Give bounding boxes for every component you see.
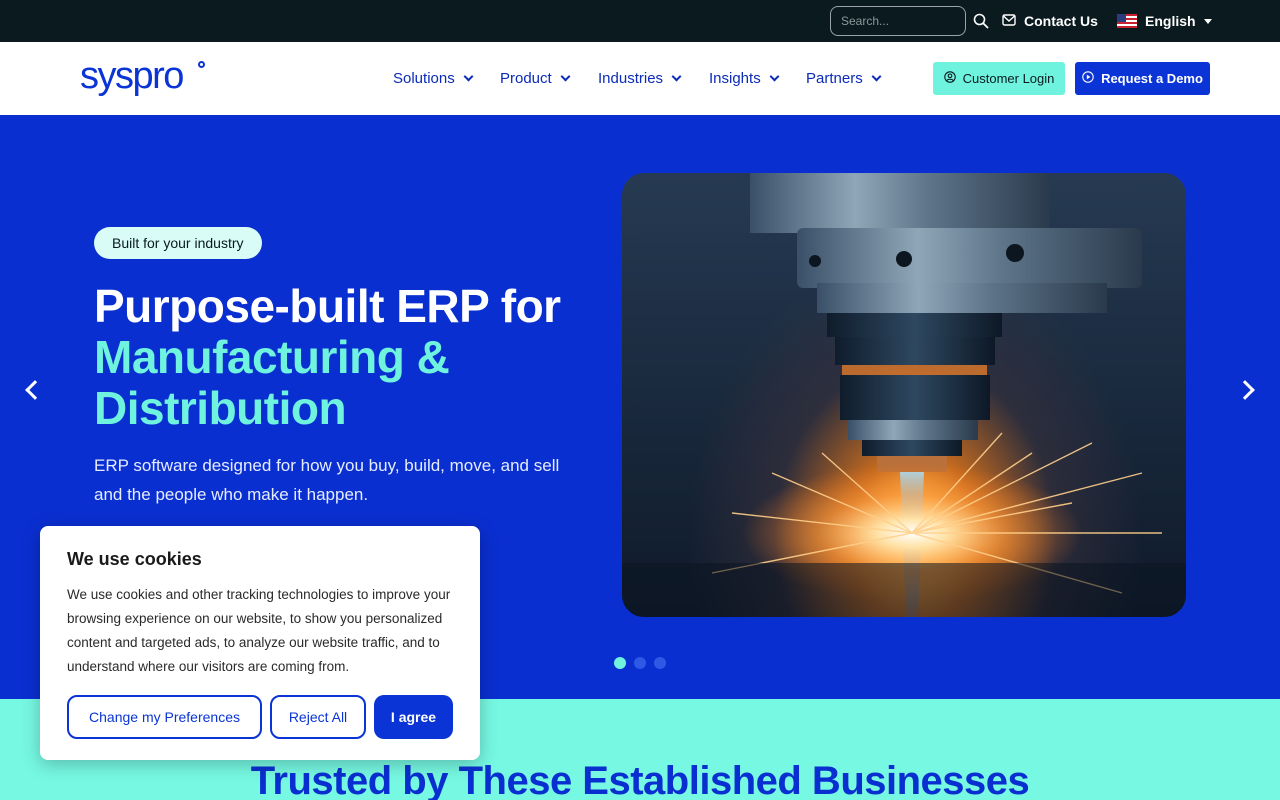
language-selector[interactable]: English: [1117, 12, 1212, 30]
play-icon: [1082, 71, 1094, 86]
chevron-left-icon[interactable]: [25, 380, 45, 400]
reject-all-button[interactable]: Reject All: [270, 695, 366, 739]
customer-login-label: Customer Login: [962, 71, 1055, 86]
search-icon[interactable]: [972, 12, 990, 30]
hero-subtitle: ERP software designed for how you buy, b…: [94, 456, 560, 504]
hero-title: Purpose-built ERP for Manufacturing & Di…: [94, 281, 614, 434]
chevron-right-icon[interactable]: [1235, 380, 1255, 400]
nav-label: Industries: [598, 69, 664, 87]
hero-title-accent: Manufacturing & Distribution: [94, 331, 450, 434]
customer-login-button[interactable]: Customer Login: [933, 62, 1065, 95]
nav-label: Insights: [709, 69, 761, 87]
cookie-consent-dialog: We use cookies We use cookies and other …: [40, 526, 480, 760]
cookie-title: We use cookies: [67, 549, 202, 569]
user-icon: [943, 71, 956, 86]
syspro-logo[interactable]: syspro: [80, 54, 184, 98]
carousel-dot-1[interactable]: [614, 657, 626, 669]
us-flag-icon: [1117, 14, 1137, 28]
request-demo-button[interactable]: Request a Demo: [1075, 62, 1210, 95]
logo-mark-icon: [198, 61, 205, 68]
industry-badge: Built for your industry: [94, 227, 262, 259]
chevron-down-icon: [871, 71, 882, 81]
carousel-dot-3[interactable]: [654, 657, 666, 669]
nav-solutions[interactable]: Solutions: [393, 67, 474, 89]
carousel-dot-2[interactable]: [634, 657, 646, 669]
nav-industries[interactable]: Industries: [598, 67, 682, 89]
contact-us-label: Contact Us: [1024, 13, 1098, 29]
mail-icon: [1002, 13, 1016, 29]
hero-title-line: Purpose-built ERP for: [94, 280, 561, 332]
agree-button[interactable]: I agree: [374, 695, 453, 739]
utility-bar: Contact Us English: [0, 0, 1280, 42]
laser-cutting-image: [622, 173, 1186, 617]
nav-label: Solutions: [393, 69, 455, 87]
contact-us-link[interactable]: Contact Us: [1002, 12, 1098, 30]
chevron-down-icon: [671, 71, 682, 81]
chevron-down-icon: [769, 71, 780, 81]
nav-label: Partners: [806, 69, 863, 87]
change-preferences-button[interactable]: Change my Preferences: [67, 695, 262, 739]
search-input[interactable]: [830, 6, 966, 36]
chevron-down-icon: [560, 71, 571, 81]
language-label: English: [1145, 13, 1196, 29]
request-demo-label: Request a Demo: [1101, 71, 1203, 86]
nav-label: Product: [500, 69, 552, 87]
nav-product[interactable]: Product: [500, 67, 571, 89]
trusted-title: Trusted by These Established Businesses: [250, 759, 1030, 800]
nav-insights[interactable]: Insights: [709, 67, 780, 89]
carousel-dots: [614, 657, 666, 669]
nav-partners[interactable]: Partners: [806, 67, 882, 89]
caret-down-icon: [1203, 18, 1212, 24]
chevron-down-icon: [463, 71, 474, 81]
cookie-body: We use cookies and other tracking techno…: [67, 587, 451, 674]
main-nav: syspro Solutions Product Industries Insi…: [0, 42, 1280, 115]
